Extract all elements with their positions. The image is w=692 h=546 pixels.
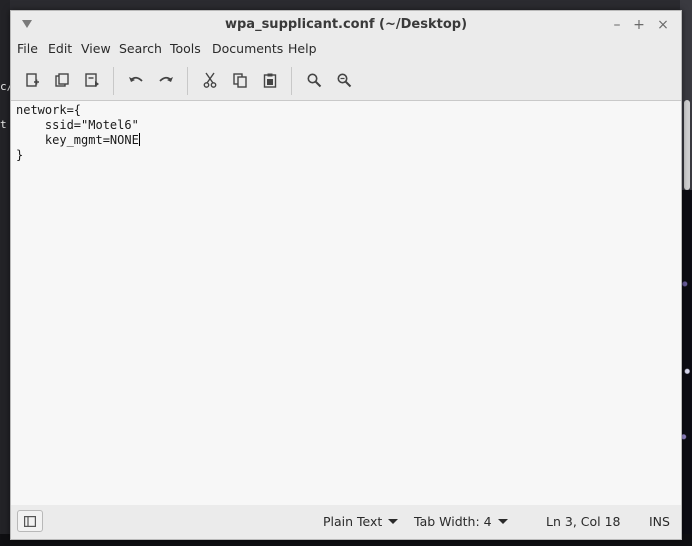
menu-edit[interactable]: Edit [48,41,72,56]
text-editor-window: wpa_supplicant.conf (~/Desktop) – + × Fi… [10,10,682,540]
insert-mode-indicator[interactable]: INS [649,514,670,529]
paste-button[interactable] [257,67,283,93]
menubar: File Edit View Search Tools Documents He… [11,39,681,61]
menu-help[interactable]: Help [288,41,317,56]
open-document-icon [55,73,69,87]
background-scrollbar [684,100,690,190]
menu-file[interactable]: File [17,41,38,56]
code-line-3[interactable]: key_mgmt=NONE [16,133,140,147]
text-cursor [138,133,140,146]
close-icon: × [657,17,669,33]
new-document-icon [26,73,39,87]
paste-icon [263,73,277,88]
find-replace-icon [337,73,352,88]
syntax-selector[interactable]: Plain Text [323,514,399,529]
window-title: wpa_supplicant.conf (~/Desktop) [224,17,468,32]
undo-icon [129,76,143,82]
toolbar-separator [187,67,188,95]
minimize-icon: – [613,17,621,33]
toolbar-separator [291,67,292,95]
titlebar[interactable]: wpa_supplicant.conf (~/Desktop) – + × [11,11,681,39]
save-document-icon [85,73,99,87]
redo-icon [159,76,173,82]
find-button[interactable] [301,67,327,93]
maximize-button[interactable]: + [630,16,648,34]
toolbar [11,63,681,99]
find-icon [307,73,322,88]
open-document-button[interactable] [49,67,75,93]
close-button[interactable]: × [654,16,672,34]
copy-button[interactable] [227,67,253,93]
tab-width-label: Tab Width: [414,514,480,529]
menu-search[interactable]: Search [119,41,162,56]
code-line-2[interactable]: ssid="Motel6" [16,118,139,132]
code-line-1[interactable]: network={ [16,103,81,117]
cursor-position: Ln 3, Col 18 [546,514,621,529]
toolbar-separator [113,67,114,95]
maximize-icon: + [633,17,645,33]
code-line-4[interactable]: } [16,148,23,162]
statusbar: Plain Text Tab Width: 4 Ln 3, Col 18 INS [11,505,681,539]
save-document-button[interactable] [79,67,105,93]
chevron-down-icon [497,519,508,524]
code-line-3-text: key_mgmt=NONE [16,133,139,147]
undo-button[interactable] [123,67,149,93]
background-terminal-text: t [0,118,7,131]
menu-tools[interactable]: Tools [170,41,201,56]
tab-width-value: 4 [483,514,492,529]
cut-icon [203,72,217,88]
sidebar-toggle-button[interactable] [17,510,43,532]
copy-icon [233,73,247,88]
text-editor-area[interactable]: network={ ssid="Motel6" key_mgmt=NONE } [11,100,681,506]
new-document-button[interactable] [19,67,45,93]
cut-button[interactable] [197,67,223,93]
sidebar-icon [24,515,36,527]
find-replace-button[interactable] [331,67,357,93]
menu-documents[interactable]: Documents [212,41,283,56]
redo-button[interactable] [153,67,179,93]
minimize-button[interactable]: – [608,16,626,34]
menu-view[interactable]: View [81,41,111,56]
desktop-background-left: c/ t [0,0,13,546]
chevron-down-icon [388,519,399,524]
tab-width-selector[interactable]: Tab Width: 4 [414,514,508,529]
syntax-label: Plain Text [323,514,383,529]
